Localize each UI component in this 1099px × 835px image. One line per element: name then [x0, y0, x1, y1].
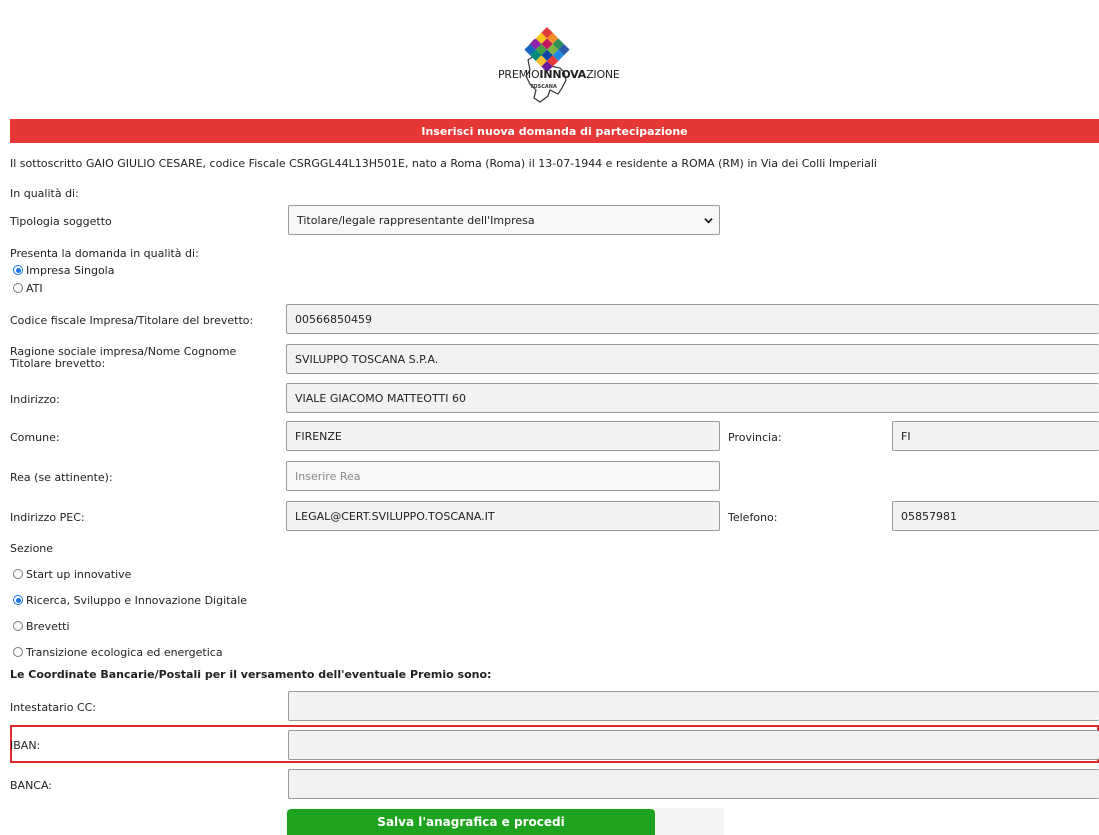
radio-ricerca-sviluppo-label: Ricerca, Sviluppo e Innovazione Digitale	[26, 594, 248, 607]
provincia-input[interactable]: FI	[892, 421, 1099, 451]
rea-input[interactable]: Inserire Rea	[286, 461, 720, 491]
indirizzo-label: Indirizzo:	[10, 393, 60, 406]
logo-text-bold: INNOVA	[539, 68, 587, 81]
tipologia-label: Tipologia soggetto	[10, 215, 112, 228]
radio-ati[interactable]: ATI	[13, 282, 43, 295]
sezione-label: Sezione	[10, 542, 54, 555]
ragione-sociale-input[interactable]: SVILUPPO TOSCANA S.P.A.	[286, 344, 1099, 374]
radio-impresa-singola[interactable]: Impresa Singola	[13, 264, 114, 277]
rea-label: Rea (se attinente):	[10, 471, 113, 484]
tipologia-selected-value: Titolare/legale rappresentante dell'Impr…	[297, 213, 535, 227]
radio-brevetti-label: Brevetti	[26, 620, 70, 633]
intestatario-label: Intestatario CC:	[10, 701, 97, 714]
form-header-bar: Inserisci nuova domanda di partecipazion…	[10, 119, 1099, 143]
iban-label: IBAN:	[10, 739, 41, 752]
telefono-label: Telefono:	[728, 511, 778, 524]
radio-transizione[interactable]: Transizione ecologica ed energetica	[13, 646, 223, 659]
intro-text: Il sottoscritto GAIO GIULIO CESARE, codi…	[10, 157, 877, 170]
form-title: Inserisci nuova domanda di partecipazion…	[421, 124, 688, 138]
iban-input[interactable]	[288, 730, 1099, 760]
presenta-label: Presenta la domanda in qualità di:	[10, 247, 199, 260]
in-qualita-label: In qualità di:	[10, 187, 79, 200]
coordinate-heading: Le Coordinate Bancarie/Postali per il ve…	[10, 668, 492, 681]
codice-fiscale-label: Codice fiscale Impresa/Titolare del brev…	[10, 314, 254, 327]
radio-brevetti[interactable]: Brevetti	[13, 620, 70, 633]
radio-unchecked-icon[interactable]	[13, 283, 23, 293]
logo-text-prefix: PREMIO	[498, 68, 540, 81]
banca-label: BANCA:	[10, 779, 53, 792]
radio-unchecked-icon[interactable]	[13, 647, 23, 657]
radio-start-up-label: Start up innovative	[26, 568, 132, 581]
radio-checked-icon[interactable]	[13, 265, 23, 275]
radio-impresa-singola-label: Impresa Singola	[26, 264, 115, 277]
radio-unchecked-icon[interactable]	[13, 621, 23, 631]
codice-fiscale-input[interactable]: 00566850459	[286, 304, 1099, 334]
save-button[interactable]: Salva l'anagrafica e procedi	[287, 809, 655, 835]
banca-input[interactable]	[288, 769, 1099, 799]
premio-innovazione-logo: PREMIOINNOVAZIONE TOSCANA	[490, 10, 630, 106]
ragione-sociale-label: Ragione sociale impresa/Nome Cognome Tit…	[10, 345, 237, 370]
logo-text-suffix: ZIONE	[586, 68, 620, 81]
radio-transizione-label: Transizione ecologica ed energetica	[26, 646, 223, 659]
logo-subtitle: TOSCANA	[530, 84, 557, 90]
pec-label: Indirizzo PEC:	[10, 511, 85, 524]
telefono-input[interactable]: 05857981	[892, 501, 1099, 531]
radio-unchecked-icon[interactable]	[13, 569, 23, 579]
comune-input[interactable]: FIRENZE	[286, 421, 720, 451]
chevron-down-icon	[704, 217, 713, 223]
pec-input[interactable]: LEGAL@CERT.SVILUPPO.TOSCANA.IT	[286, 501, 720, 531]
provincia-label: Provincia:	[728, 431, 782, 444]
radio-start-up[interactable]: Start up innovative	[13, 568, 131, 581]
tuscany-map-icon	[524, 27, 570, 103]
intestatario-input[interactable]	[288, 691, 1099, 721]
indirizzo-input[interactable]: VIALE GIACOMO MATTEOTTI 60	[286, 383, 1099, 413]
radio-ricerca-sviluppo[interactable]: Ricerca, Sviluppo e Innovazione Digitale	[13, 594, 247, 607]
comune-label: Comune:	[10, 431, 60, 444]
radio-ati-label: ATI	[26, 282, 43, 295]
tipologia-select[interactable]: Titolare/legale rappresentante dell'Impr…	[288, 205, 720, 235]
radio-checked-icon[interactable]	[13, 595, 23, 605]
